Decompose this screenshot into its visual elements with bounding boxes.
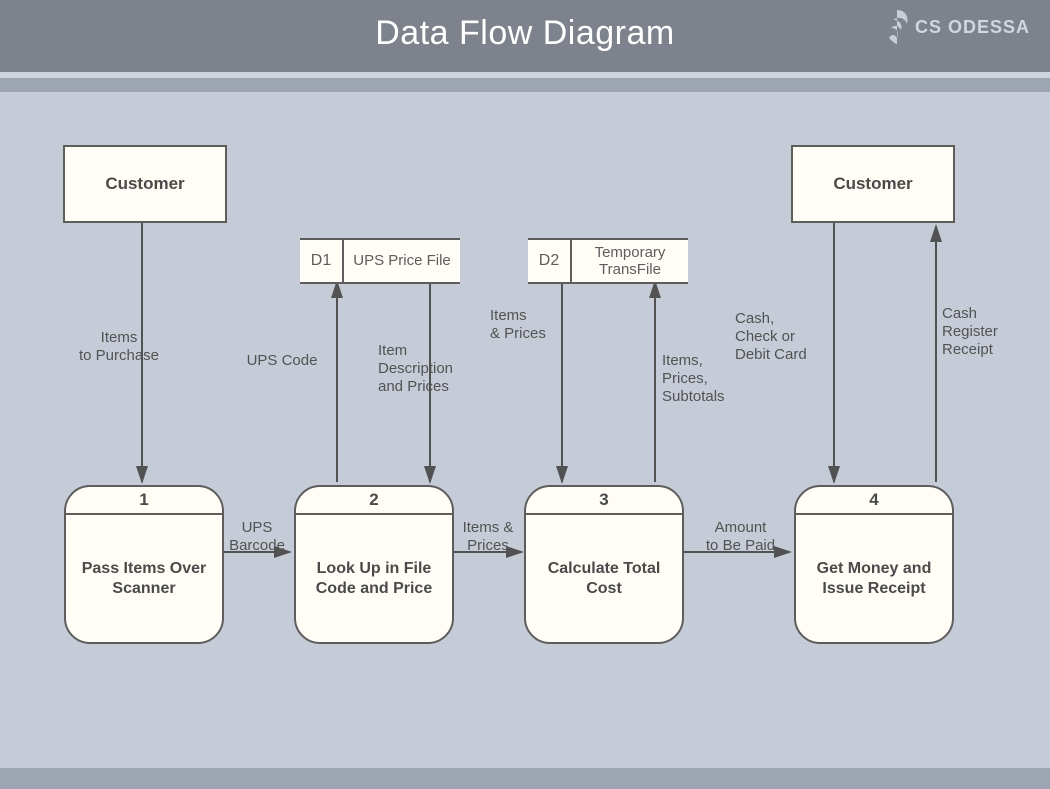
process-label: Calculate Total Cost bbox=[526, 515, 682, 642]
process-number: 4 bbox=[796, 487, 952, 515]
datastore-id: D1 bbox=[300, 240, 344, 282]
entity-customer-right: Customer bbox=[791, 145, 955, 223]
datastore-d2: D2 Temporary TransFile bbox=[528, 238, 688, 284]
flow-item-description: ItemDescriptionand Prices bbox=[378, 342, 508, 396]
brand-mark-icon bbox=[885, 10, 909, 44]
brand-logo: CS ODESSA bbox=[885, 10, 1030, 44]
process-2: 2 Look Up in File Code and Price bbox=[294, 485, 454, 644]
footer-band bbox=[0, 768, 1050, 789]
process-number: 1 bbox=[66, 487, 222, 515]
brand-text: CS ODESSA bbox=[915, 17, 1030, 38]
flow-ups-code: UPS Code bbox=[232, 352, 332, 370]
process-number: 3 bbox=[526, 487, 682, 515]
process-4: 4 Get Money and Issue Receipt bbox=[794, 485, 954, 644]
process-number: 2 bbox=[296, 487, 452, 515]
flow-cash-receipt: CashRegisterReceipt bbox=[942, 305, 1042, 359]
datastore-id: D2 bbox=[528, 240, 572, 282]
process-label: Pass Items Over Scanner bbox=[66, 515, 222, 642]
flow-ups-barcode: UPSBarcode bbox=[222, 519, 292, 555]
datastore-label: Temporary TransFile bbox=[572, 240, 688, 282]
flow-amount-paid: Amountto Be Paid bbox=[693, 519, 788, 555]
process-label: Get Money and Issue Receipt bbox=[796, 515, 952, 642]
process-1: 1 Pass Items Over Scanner bbox=[64, 485, 224, 644]
flow-cash-check: Cash,Check orDebit Card bbox=[735, 310, 845, 364]
entity-label: Customer bbox=[105, 174, 184, 194]
process-label: Look Up in File Code and Price bbox=[296, 515, 452, 642]
entity-label: Customer bbox=[833, 174, 912, 194]
flow-items-prices-down: Items& Prices bbox=[490, 307, 600, 343]
datastore-d1: D1 UPS Price File bbox=[300, 238, 460, 284]
process-3: 3 Calculate Total Cost bbox=[524, 485, 684, 644]
flow-items-to-purchase: Itemsto Purchase bbox=[59, 329, 179, 365]
entity-customer-left: Customer bbox=[63, 145, 227, 223]
flow-items-prices-right: Items &Prices bbox=[453, 519, 523, 555]
header-band: Data Flow Diagram CS ODESSA bbox=[0, 0, 1050, 72]
header-divider-2 bbox=[0, 78, 1050, 92]
diagram-canvas: Customer Customer D1 UPS Price File D2 T… bbox=[0, 92, 1050, 768]
datastore-label: UPS Price File bbox=[344, 240, 460, 282]
